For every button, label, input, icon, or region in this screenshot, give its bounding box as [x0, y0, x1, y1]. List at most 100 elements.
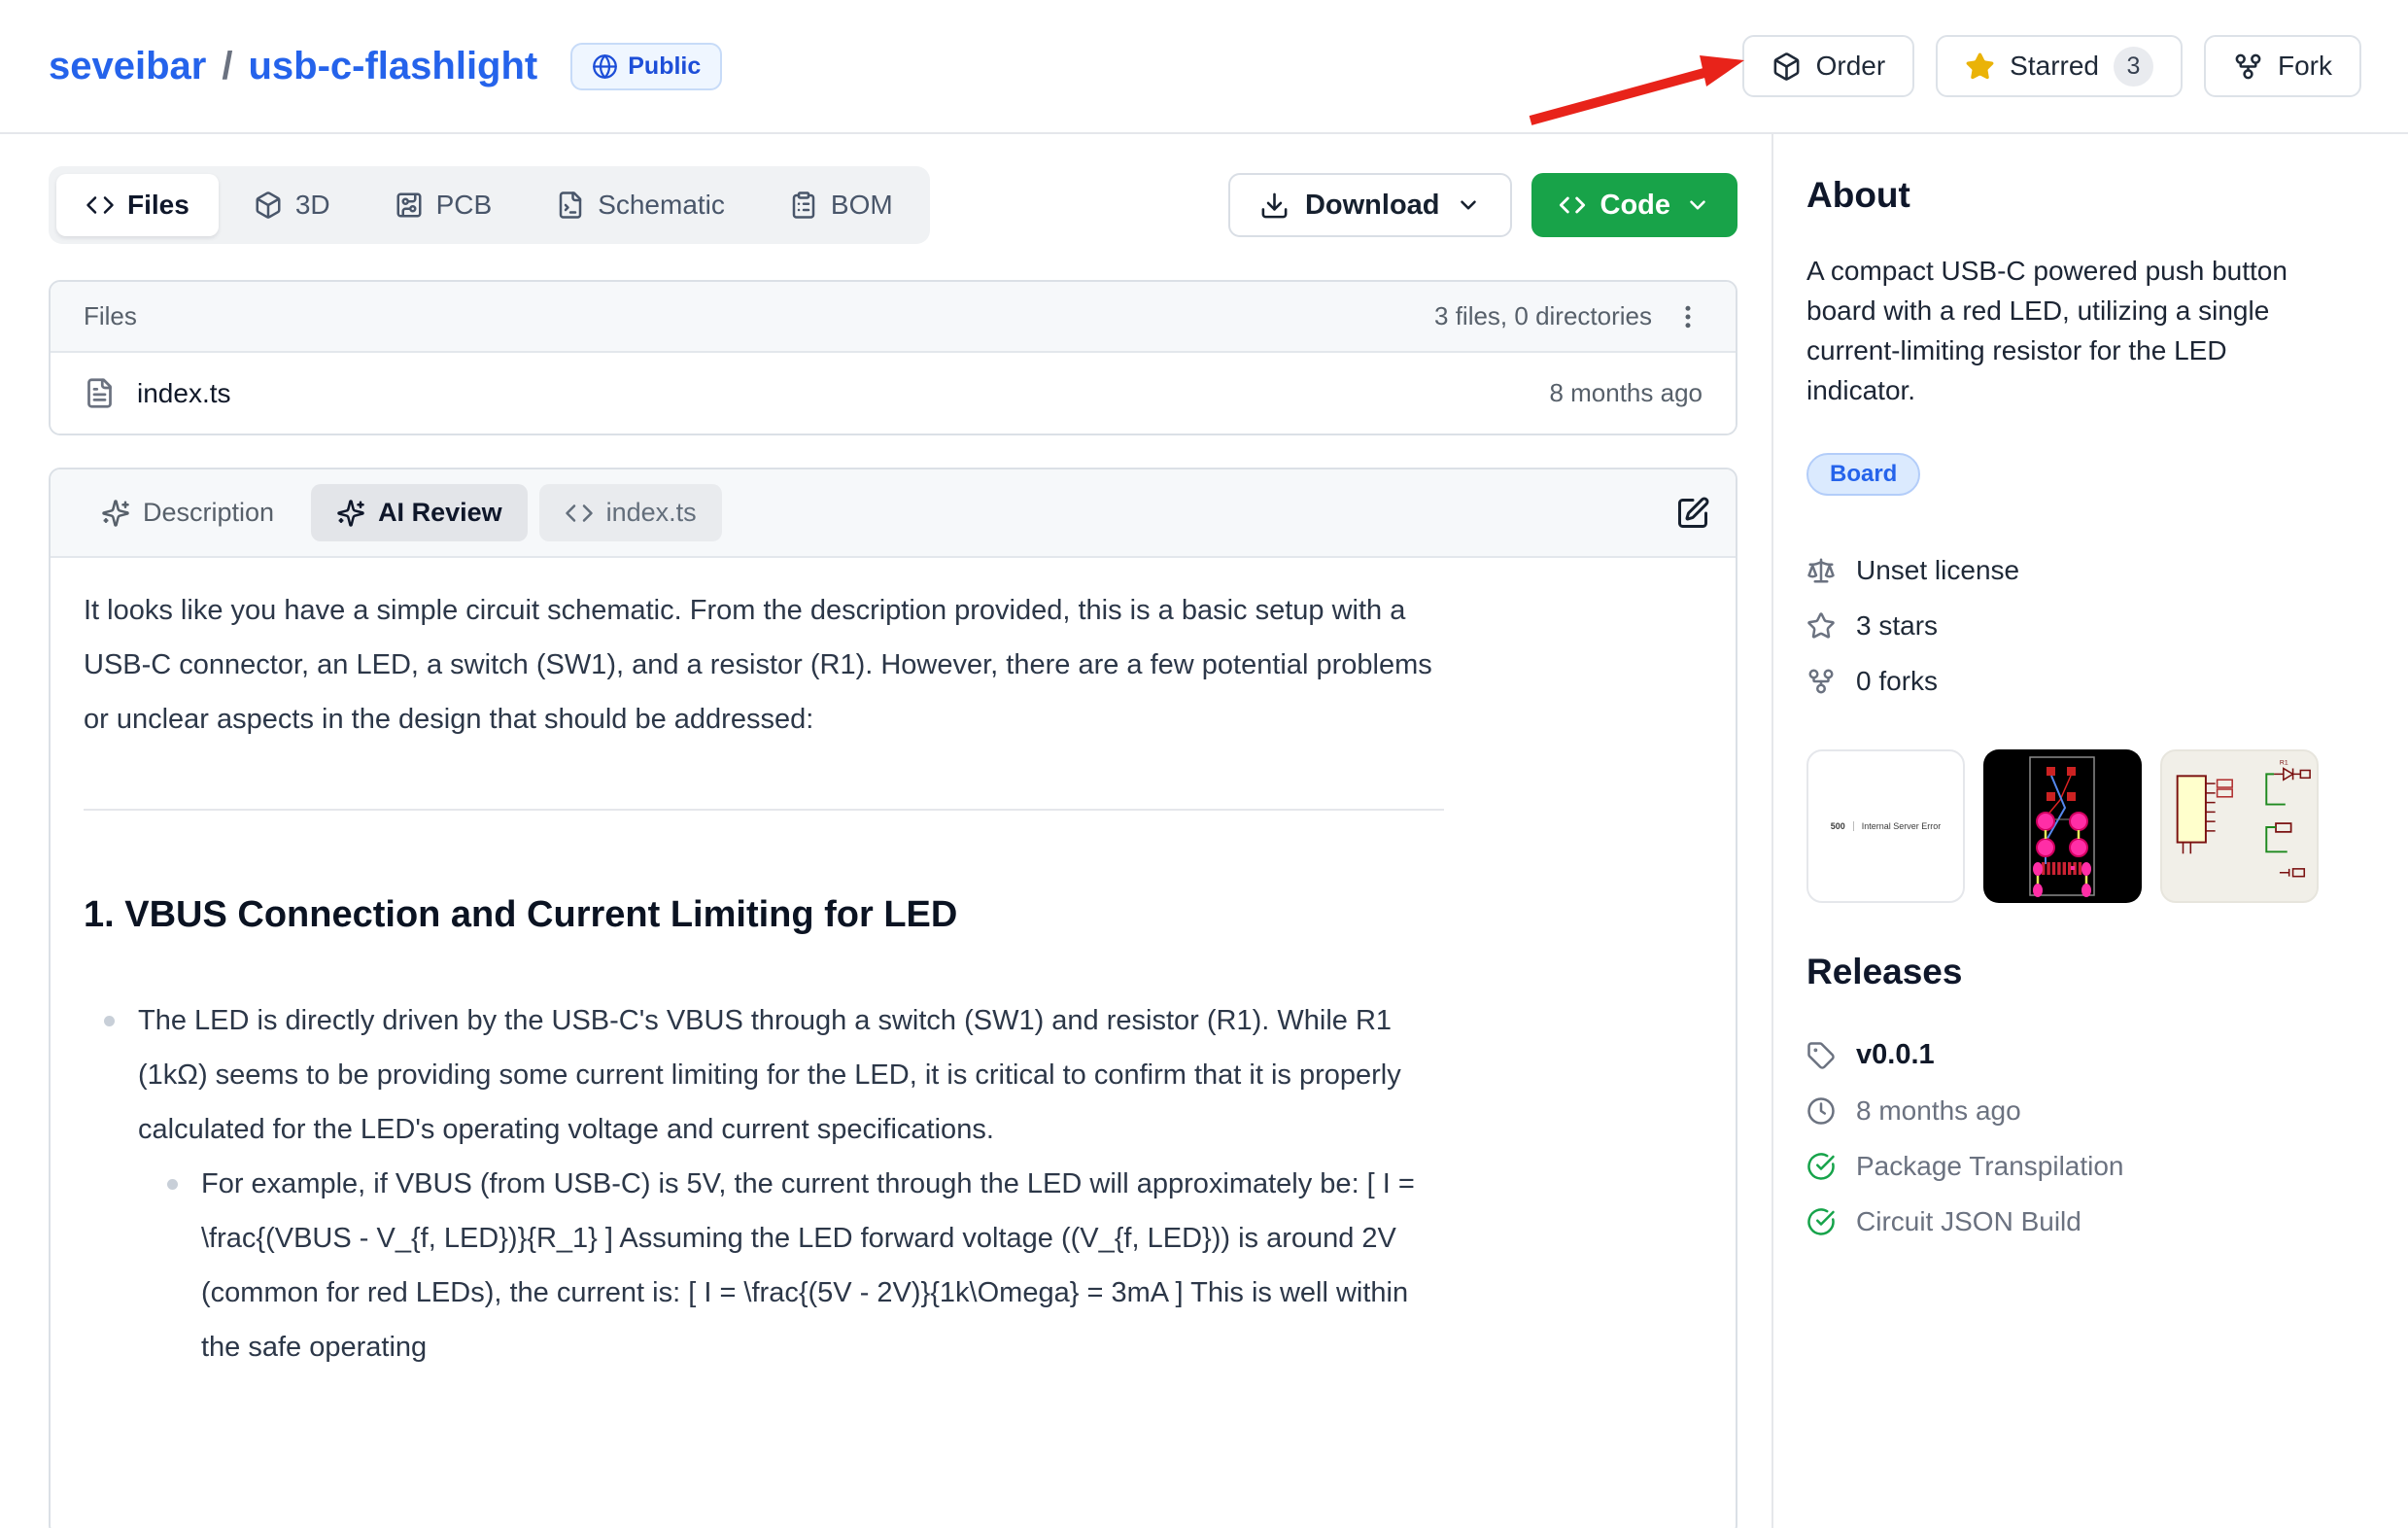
tab-description-label: Description — [143, 498, 274, 528]
file-name[interactable]: index.ts — [137, 378, 231, 409]
tab-pcb-label: PCB — [436, 190, 493, 221]
starred-label: Starred — [2010, 51, 2099, 82]
sparkles-icon — [336, 499, 365, 528]
chevron-down-icon — [1456, 192, 1481, 218]
tab-files[interactable]: Files — [56, 174, 219, 236]
check-circle-icon — [1806, 1152, 1836, 1181]
files-table: Files 3 files, 0 directories index.ts 8 … — [49, 280, 1737, 435]
preview-thumbnails: 500 Internal Server Error — [1806, 749, 2361, 903]
review-sub-bullet-list: For example, if VBUS (from USB-C) is 5V,… — [138, 1157, 1444, 1374]
view-tabs: Files 3D PCB Schematic — [49, 166, 930, 244]
kebab-menu-icon — [1673, 302, 1703, 331]
release-date: 8 months ago — [1856, 1095, 2021, 1127]
release-check-row[interactable]: Circuit JSON Build — [1806, 1194, 2361, 1249]
file-terminal-icon — [556, 191, 585, 220]
repo-meta-list: Unset license 3 stars 0 forks — [1806, 542, 2361, 709]
tab-schematic[interactable]: Schematic — [527, 174, 754, 236]
table-row[interactable]: index.ts 8 months ago — [51, 353, 1736, 434]
review-sub-bullet: For example, if VBUS (from USB-C) is 5V,… — [201, 1157, 1444, 1374]
breadcrumb: seveibar / usb-c-flashlight Public — [49, 43, 722, 90]
review-bullet: The LED is directly driven by the USB-C'… — [138, 993, 1444, 1374]
tab-pcb[interactable]: PCB — [365, 174, 522, 236]
schematic-art: R1 — [2162, 751, 2317, 901]
release-date-row: 8 months ago — [1806, 1083, 2361, 1138]
stars-label: 3 stars — [1856, 610, 1938, 642]
review-card: Description AI Review index.ts — [49, 468, 1737, 1528]
files-table-header: Files 3 files, 0 directories — [51, 282, 1736, 353]
check-circle-icon — [1806, 1207, 1836, 1236]
file-text-icon — [84, 377, 116, 409]
forks-label: 0 forks — [1856, 666, 1938, 697]
edit-pencil-icon — [1675, 496, 1710, 531]
red-annotation-arrow — [1511, 39, 1754, 128]
chevron-down-icon — [1685, 192, 1710, 218]
files-title: Files — [84, 301, 137, 331]
release-version-row[interactable]: v0.0.1 — [1806, 1027, 2361, 1083]
about-title: About — [1806, 175, 2361, 216]
box-3d-icon — [254, 191, 283, 220]
breadcrumb-separator: / — [222, 45, 232, 88]
tab-description[interactable]: Description — [76, 484, 299, 541]
order-button[interactable]: Order — [1742, 35, 1915, 97]
thumbnail-schematic-preview[interactable]: R1 — [2160, 749, 2319, 903]
order-label: Order — [1816, 51, 1886, 82]
download-button[interactable]: Download — [1228, 173, 1512, 237]
thumbnail-pcb-preview[interactable] — [1983, 749, 2142, 903]
release-check-label: Circuit JSON Build — [1856, 1206, 2081, 1237]
release-check-row[interactable]: Package Transpilation — [1806, 1138, 2361, 1194]
page-header: seveibar / usb-c-flashlight Public Order… — [0, 0, 2408, 134]
license-row[interactable]: Unset license — [1806, 542, 2361, 598]
visibility-badge: Public — [570, 43, 722, 90]
review-intro-paragraph: It looks like you have a simple circuit … — [84, 583, 1444, 747]
sidebar: About A compact USB-C powered push butto… — [1773, 134, 2408, 1528]
edit-button[interactable] — [1675, 496, 1710, 531]
thumbnail-3d-preview[interactable]: 500 Internal Server Error — [1806, 749, 1965, 903]
svg-text:R1: R1 — [2280, 760, 2288, 767]
release-version: v0.0.1 — [1856, 1039, 1935, 1071]
divider — [84, 809, 1444, 811]
scale-icon — [1806, 556, 1836, 585]
tab-index-ts[interactable]: index.ts — [539, 484, 722, 541]
tab-index-ts-label: index.ts — [606, 498, 697, 528]
about-description: A compact USB-C powered push button boar… — [1806, 251, 2331, 410]
code-label: Code — [1600, 190, 1671, 222]
main-area: Files 3D PCB Schematic — [0, 134, 2408, 1528]
license-label: Unset license — [1856, 555, 2019, 586]
globe-icon — [592, 53, 618, 80]
header-actions: Order Starred 3 Fork — [1742, 35, 2361, 97]
releases-title: Releases — [1806, 952, 2361, 992]
tab-schematic-label: Schematic — [598, 190, 725, 221]
fork-button[interactable]: Fork — [2204, 35, 2361, 97]
starred-button[interactable]: Starred 3 — [1936, 35, 2183, 97]
content-column: Files 3D PCB Schematic — [0, 134, 1773, 1528]
tab-3d[interactable]: 3D — [224, 174, 360, 236]
files-summary: 3 files, 0 directories — [1434, 301, 1652, 331]
tab-ai-review[interactable]: AI Review — [311, 484, 528, 541]
code-button[interactable]: Code — [1531, 173, 1738, 237]
toolbar-actions: Download Code — [1228, 173, 1737, 237]
review-card-header: Description AI Review index.ts — [51, 469, 1736, 558]
stars-row[interactable]: 3 stars — [1806, 598, 2361, 653]
file-updated: 8 months ago — [1549, 378, 1703, 408]
code-icon — [565, 499, 594, 528]
files-menu-button[interactable] — [1673, 297, 1703, 336]
release-check-label: Package Transpilation — [1856, 1151, 2124, 1182]
repo-link[interactable]: usb-c-flashlight — [248, 45, 537, 88]
pcb-art — [1983, 749, 2142, 903]
tab-bom[interactable]: BOM — [760, 174, 922, 236]
tab-bom-label: BOM — [831, 190, 893, 221]
tag-board[interactable]: Board — [1806, 453, 1920, 496]
clock-icon — [1806, 1096, 1836, 1126]
sparkles-icon — [101, 499, 130, 528]
forks-row[interactable]: 0 forks — [1806, 653, 2361, 709]
tab-3d-label: 3D — [295, 190, 330, 221]
owner-link[interactable]: seveibar — [49, 45, 206, 88]
star-outline-icon — [1806, 611, 1836, 641]
git-fork-icon — [1806, 667, 1836, 696]
clipboard-list-icon — [789, 191, 818, 220]
review-content: It looks like you have a simple circuit … — [51, 558, 1736, 1374]
download-icon — [1259, 191, 1290, 221]
code-icon — [1559, 191, 1586, 219]
download-label: Download — [1305, 190, 1440, 222]
releases-section: Releases v0.0.1 8 months ago Package Tra… — [1806, 952, 2361, 1249]
